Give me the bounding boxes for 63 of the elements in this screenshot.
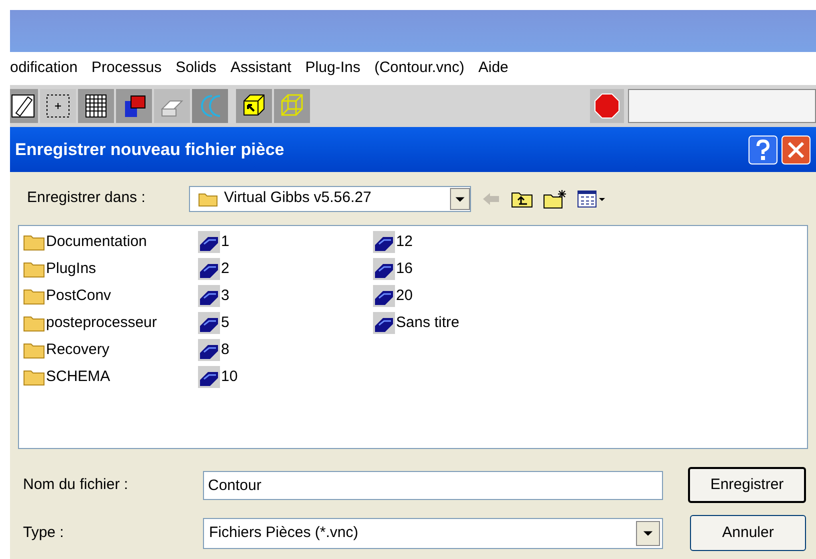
part-file-icon <box>198 339 220 361</box>
save-button[interactable]: Enregistrer <box>688 467 806 503</box>
file-name[interactable]: 10 <box>221 366 238 388</box>
cancel-button[interactable]: Annuler <box>690 515 806 551</box>
pencil-icon[interactable] <box>10 89 38 123</box>
folder-name[interactable]: PostConv <box>46 284 112 308</box>
folder-name[interactable]: SCHEMA <box>46 366 110 388</box>
file-name[interactable]: 2 <box>221 258 230 280</box>
file-name[interactable]: 12 <box>396 230 413 254</box>
file-name[interactable]: 3 <box>221 284 230 308</box>
caret-icon <box>450 188 470 210</box>
folder-icon <box>23 314 45 332</box>
file-name[interactable]: 16 <box>396 258 413 280</box>
menu-item[interactable]: Aide <box>478 57 508 80</box>
part-file-icon <box>198 285 220 307</box>
file-name[interactable]: 5 <box>221 312 230 334</box>
help-icon[interactable] <box>748 134 778 164</box>
up-folder-icon[interactable] <box>511 190 533 208</box>
save-in-dropdown[interactable]: Virtual Gibbs v5.56.27 <box>189 186 471 212</box>
folder-name[interactable]: posteprocesseur <box>46 312 157 334</box>
view-menu-icon[interactable] <box>577 188 607 208</box>
part-file-icon <box>198 258 220 280</box>
stop-icon[interactable] <box>590 89 624 123</box>
menu-item[interactable]: Assistant <box>230 57 292 80</box>
dialog-title: Enregistrer nouveau fichier pièce <box>15 138 284 161</box>
folder-name[interactable]: PlugIns <box>46 258 96 280</box>
menu-item[interactable]: Plug-Ins <box>305 57 360 80</box>
folder-icon <box>23 233 45 251</box>
file-name-field[interactable]: Contour <box>203 470 663 500</box>
folder-name[interactable]: Recovery <box>46 338 110 362</box>
file-type-dropdown[interactable]: Fichiers Pièces (*.vnc) <box>203 518 663 548</box>
part-file-icon <box>373 285 395 307</box>
file-name[interactable]: 20 <box>396 284 413 308</box>
shape-icon[interactable] <box>116 89 152 123</box>
folder-icon <box>23 368 45 386</box>
part-file-icon <box>198 312 220 334</box>
save-in-label: Enregistrer dans : <box>27 188 146 208</box>
caret-icon <box>636 520 660 546</box>
menu-item[interactable]: Processus <box>92 57 162 80</box>
grid-icon[interactable] <box>78 89 114 123</box>
file-name[interactable]: 1 <box>221 230 230 254</box>
selection-icon[interactable] <box>40 89 76 123</box>
part-file-icon <box>198 231 220 253</box>
folder-icon <box>23 341 45 359</box>
part-file-icon <box>373 231 395 253</box>
part-file-icon <box>373 258 395 280</box>
cube-icon[interactable] <box>236 89 272 123</box>
file-name[interactable]: Sans titre <box>396 312 460 334</box>
folder-icon <box>23 260 45 278</box>
new-folder-icon[interactable] <box>543 188 567 208</box>
folder-icon <box>198 190 218 206</box>
file-type-label: Type : <box>23 522 65 543</box>
surface-icon[interactable] <box>154 89 190 123</box>
file-name-label: Nom du fichier : <box>23 474 130 495</box>
folder-name[interactable]: Documentation <box>46 230 147 254</box>
part-file-icon <box>198 366 220 388</box>
close-icon[interactable] <box>781 134 811 164</box>
menu-item[interactable]: (Contour.vnc) <box>374 57 464 80</box>
part-file-icon <box>373 312 395 334</box>
folder-icon <box>23 287 45 305</box>
file-name[interactable]: 8 <box>221 338 230 362</box>
menu-item[interactable]: Solids <box>176 57 216 80</box>
menu-item[interactable]: odification <box>10 57 78 80</box>
